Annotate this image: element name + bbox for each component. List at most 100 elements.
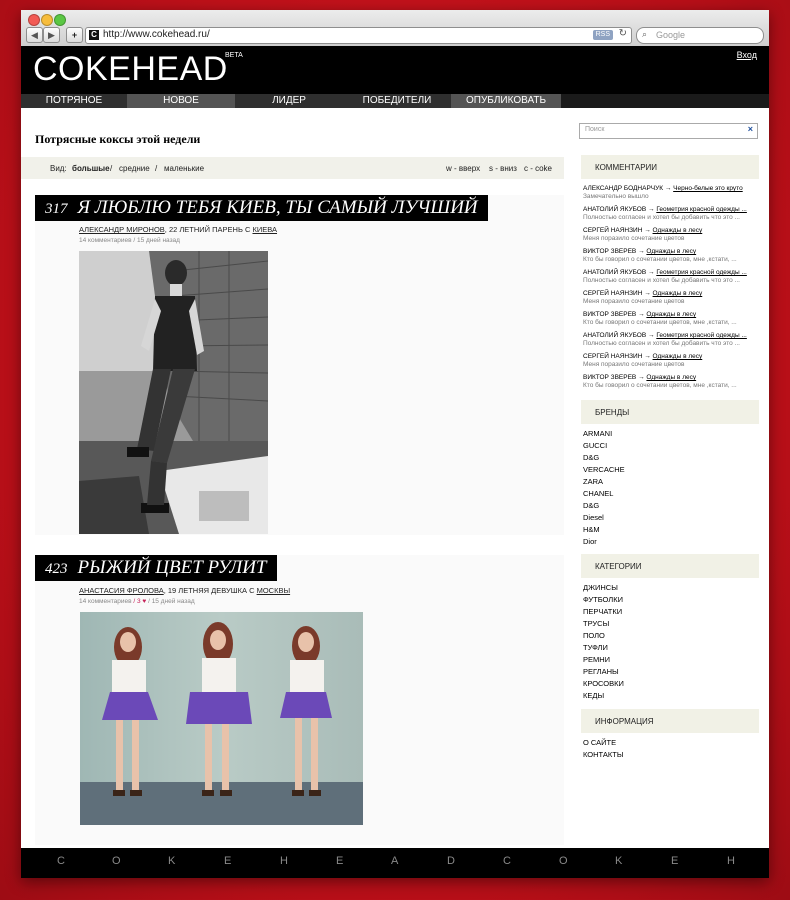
brand-link[interactable]: VERCACHE (583, 465, 625, 477)
rss-button[interactable]: RSS (592, 30, 613, 40)
post-score: 423 (45, 561, 68, 577)
category-link[interactable]: ФУТБОЛКИ (583, 595, 624, 607)
brand-link[interactable]: ZARA (583, 477, 625, 489)
brand-link[interactable]: ARMANI (583, 429, 625, 441)
category-link[interactable]: ПЕРЧАТКИ (583, 607, 624, 619)
view-separator: / (155, 164, 158, 173)
comment-user[interactable]: СЕРГЕЙ НАЯНЗИН (583, 353, 642, 360)
brand-link[interactable]: D&G (583, 501, 625, 513)
brand-link[interactable]: Diesel (583, 513, 625, 525)
zoom-window-button[interactable] (54, 14, 66, 26)
login-link[interactable]: Вход (737, 50, 757, 60)
post-comments-count[interactable]: 14 комментариев (79, 237, 132, 244)
view-medium-link[interactable]: средние (119, 164, 150, 173)
footer-letter: E (336, 855, 344, 867)
shortcut-coke: c - coke (524, 164, 553, 173)
arrow-right-icon: → (638, 311, 645, 318)
comment-post-link[interactable]: Геометрия красной одежды ... (656, 332, 747, 339)
view-large-link[interactable]: большые (72, 164, 110, 173)
info-link-about[interactable]: О САЙТЕ (583, 738, 623, 750)
post-title-bar[interactable]: 317 Я ЛЮБЛЮ ТЕБЯ КИЕВ, ТЫ САМЫЙ ЛУЧШИЙ (35, 195, 488, 221)
menu-item-winners[interactable]: ПОБЕДИТЕЛИ (343, 94, 451, 108)
browser-search-field[interactable]: ⌕ Google (636, 27, 764, 44)
reload-icon[interactable]: ↻ (619, 28, 627, 39)
category-link[interactable]: ПОЛО (583, 631, 624, 643)
minimize-window-button[interactable] (41, 14, 53, 26)
comment-post-link[interactable]: Однажды в лесу (653, 290, 703, 297)
back-arrow-icon: ◀ (31, 30, 38, 40)
view-toolbar: Вид: большые / средние / маленькие w - в… (21, 157, 564, 179)
comment-post-link[interactable]: Однажды в лесу (653, 227, 703, 234)
brand-link[interactable]: H&M (583, 525, 625, 537)
comment-post-link[interactable]: Однажды в лесу (646, 374, 696, 381)
post-likes[interactable]: / 3 ♥ (133, 598, 146, 605)
brand-link[interactable]: CHANEL (583, 489, 625, 501)
comment-post-link[interactable]: Однажды в лесу (646, 248, 696, 255)
post-city-link[interactable]: МОСКВЫ (257, 586, 291, 595)
brands-list: ARMANI GUCCI D&G VERCACHE ZARA CHANEL D&… (583, 429, 625, 549)
category-link[interactable]: РЕМНИ (583, 655, 624, 667)
comment-item[interactable]: ВИКТОР ЗВЕРЕВ → Однажды в лесу Кто бы го… (583, 374, 759, 389)
comment-user[interactable]: ВИКТОР ЗВЕРЕВ (583, 248, 636, 255)
comment-post-link[interactable]: Геометрия красной одежды ... (656, 269, 747, 276)
category-link[interactable]: ТРУСЫ (583, 619, 624, 631)
comment-item[interactable]: ВИКТОР ЗВЕРЕВ → Однажды в лесу Кто бы го… (583, 311, 759, 326)
category-link[interactable]: РЕГЛАНЫ (583, 667, 624, 679)
comment-user[interactable]: АНАТОЛИЙ ЯКУБОВ (583, 206, 646, 213)
comment-item[interactable]: АЛЕКСАНДР БОДНАРЧУК → Черно-белые это кр… (583, 185, 759, 200)
menu-item-popular[interactable]: ПОТРЯНОЕ (21, 94, 127, 108)
comment-item[interactable]: СЕРГЕЙ НАЯНЗИН → Однажды в лесу Меня пор… (583, 290, 759, 305)
site-logo[interactable]: COKEHEAD (33, 50, 228, 89)
post-author-link[interactable]: АЛЕКСАНДР МИРОНОВ (79, 225, 165, 234)
address-bar[interactable]: C http://www.cokehead.ru/ RSS ↻ (85, 27, 632, 44)
post-comments-count[interactable]: 14 комментариев (79, 598, 132, 605)
category-link[interactable]: ДЖИНСЫ (583, 583, 624, 595)
view-small-link[interactable]: маленькие (164, 164, 204, 173)
post-photo[interactable] (79, 251, 268, 534)
comment-post-link[interactable]: Черно-белые это круто (673, 185, 743, 192)
menu-item-publish[interactable]: ОПУБЛИКОВАТЬ (451, 94, 561, 108)
comment-item[interactable]: СЕРГЕЙ НАЯНЗИН → Однажды в лесу Меня пор… (583, 227, 759, 242)
footer-letter: O (559, 855, 568, 867)
category-link[interactable]: КРОСОВКИ (583, 679, 624, 691)
site-search-input[interactable]: Поиск × (579, 123, 758, 139)
add-bookmark-button[interactable]: + (66, 27, 83, 43)
category-link[interactable]: ТУФЛИ (583, 643, 624, 655)
close-window-button[interactable] (28, 14, 40, 26)
comment-user[interactable]: АЛЕКСАНДР БОДНАРЧУК (583, 185, 663, 192)
comment-item[interactable]: АНАТОЛИЙ ЯКУБОВ → Геометрия красной одеж… (583, 269, 759, 284)
footer-letter: D (447, 855, 455, 867)
back-button[interactable]: ◀ (26, 27, 43, 43)
comment-user[interactable]: АНАТОЛИЙ ЯКУБОВ (583, 332, 646, 339)
comment-user[interactable]: ВИКТОР ЗВЕРЕВ (583, 374, 636, 381)
info-link-contacts[interactable]: КОНТАКТЫ (583, 750, 623, 762)
brand-link[interactable]: GUCCI (583, 441, 625, 453)
category-link[interactable]: КЕДЫ (583, 691, 624, 703)
comment-item[interactable]: ВИКТОР ЗВЕРЕВ → Однажды в лесу Кто бы го… (583, 248, 759, 263)
close-icon[interactable]: × (748, 124, 753, 134)
view-separator: / (110, 164, 113, 173)
post-title-bar[interactable]: 423 РЫЖИЙ ЦВЕТ РУЛИТ (35, 555, 277, 581)
comment-text: Замечательно вышло (583, 193, 649, 200)
comment-item[interactable]: АНАТОЛИЙ ЯКУБОВ → Геометрия красной одеж… (583, 332, 759, 347)
brand-link[interactable]: Dior (583, 537, 625, 549)
comment-post-link[interactable]: Однажды в лесу (653, 353, 703, 360)
post-photo[interactable] (80, 612, 363, 825)
brand-link[interactable]: D&G (583, 453, 625, 465)
comment-post-link[interactable]: Однажды в лесу (646, 311, 696, 318)
post-author-link[interactable]: АНАСТАСИЯ ФРОЛОВА (79, 586, 164, 595)
comment-item[interactable]: СЕРГЕЙ НАЯНЗИН → Однажды в лесу Меня пор… (583, 353, 759, 368)
comment-user[interactable]: СЕРГЕЙ НАЯНЗИН (583, 227, 642, 234)
comment-text: Полностью согласен и хотел бы добавить ч… (583, 277, 740, 284)
comment-user[interactable]: АНАТОЛИЙ ЯКУБОВ (583, 269, 646, 276)
comment-item[interactable]: АНАТОЛИЙ ЯКУБОВ → Геометрия красной одеж… (583, 206, 759, 221)
comment-user[interactable]: ВИКТОР ЗВЕРЕВ (583, 311, 636, 318)
comment-user[interactable]: СЕРГЕЙ НАЯНЗИН (583, 290, 642, 297)
comment-post-link[interactable]: Геометрия красной одежды ... (656, 206, 747, 213)
menu-item-new[interactable]: НОВОЕ (127, 94, 235, 108)
brands-header-label: БРЕНДЫ (595, 408, 630, 417)
post-city-link[interactable]: КИЕВА (252, 225, 277, 234)
forward-button[interactable]: ▶ (43, 27, 60, 43)
menu-item-leader[interactable]: ЛИДЕР (235, 94, 343, 108)
arrow-right-icon: → (648, 332, 655, 339)
